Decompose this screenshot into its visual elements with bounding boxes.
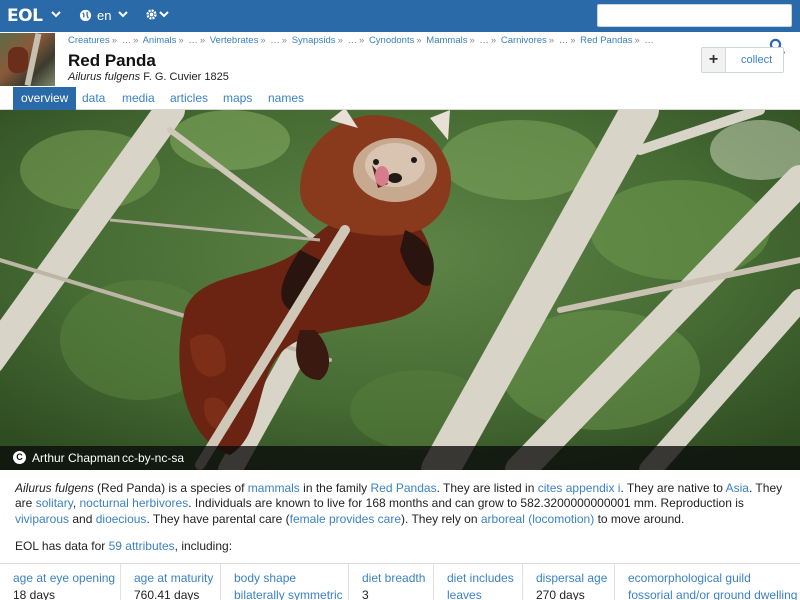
breadcrumb-ellipsis[interactable]: …: [559, 35, 569, 46]
image-attribution: C Arthur Chapman cc-by-nc-sa: [0, 446, 800, 470]
breadcrumb-ellipsis[interactable]: …: [348, 35, 358, 46]
breadcrumb-item-creatures[interactable]: Creatures: [68, 35, 110, 46]
attribute-name[interactable]: diet includes: [447, 571, 522, 585]
attribute-card[interactable]: body shape bilaterally symmetric: [221, 564, 349, 600]
attribute-card[interactable]: age at maturity 760.41 days: [121, 564, 221, 600]
attribute-value: 760.41 days: [134, 588, 200, 600]
link-asia[interactable]: Asia: [726, 481, 749, 495]
summary-text: . They are native to: [620, 481, 726, 495]
summary-text: (Red Panda) is a species of: [93, 481, 248, 495]
copyright-icon: C: [13, 451, 26, 464]
link-viviparous[interactable]: viviparous: [15, 512, 69, 526]
attribute-value: 270 days: [536, 588, 585, 600]
tab-names[interactable]: names: [268, 87, 304, 110]
attribute-card[interactable]: diet breadth 3: [349, 564, 434, 600]
summary-text: ). They rely on: [401, 511, 481, 526]
tab-overview[interactable]: overview: [13, 87, 77, 110]
attribute-value[interactable]: fossorial and/or ground dwelling: [628, 588, 800, 600]
summary-text: and: [69, 511, 96, 526]
scientific-name-authority: F. G. Cuvier 1825: [143, 71, 229, 83]
link-nocturnal-herbivores[interactable]: nocturnal herbivores: [79, 496, 188, 510]
breadcrumb-ellipsis[interactable]: …: [644, 35, 654, 46]
summary-text: . Individuals are known to live for 168 …: [188, 496, 744, 511]
attribute-name[interactable]: diet breadth: [362, 571, 433, 585]
taxon-thumbnail[interactable]: [0, 32, 55, 87]
page-title: Red Panda: [68, 51, 156, 70]
gear-icon[interactable]: [145, 8, 158, 24]
link-cites-appendix[interactable]: cites appendix i: [538, 481, 621, 495]
breadcrumb-item-red-pandas[interactable]: Red Pandas: [580, 35, 632, 46]
breadcrumb-ellipsis[interactable]: …: [479, 35, 489, 46]
image-author[interactable]: Arthur Chapman: [32, 451, 120, 465]
link-female-provides-care[interactable]: female provides care: [290, 512, 401, 526]
summary-text: . They have parental care (: [146, 511, 290, 526]
breadcrumb-ellipsis[interactable]: …: [188, 35, 198, 46]
tab-bar: overview data media articles maps names: [0, 87, 800, 110]
summary-text: in the family: [299, 481, 371, 495]
attributes-strip: age at eye opening 18 days age at maturi…: [0, 563, 800, 600]
breadcrumb-item-vertebrates[interactable]: Vertebrates: [210, 35, 259, 46]
breadcrumb-item-carnivores[interactable]: Carnivores: [501, 35, 547, 46]
summary-text: . They are listed in: [436, 481, 538, 495]
attribute-name[interactable]: body shape: [234, 571, 348, 585]
attribute-name[interactable]: age at maturity: [134, 571, 220, 585]
tab-data[interactable]: data: [82, 87, 105, 110]
breadcrumb-item-cynodonts[interactable]: Cynodonts: [369, 35, 414, 46]
breadcrumb-item-synapsids[interactable]: Synapsids: [292, 35, 336, 46]
data-count-prefix: EOL has data for: [15, 539, 109, 553]
attribute-name[interactable]: ecomorphological guild: [628, 571, 800, 585]
top-bar: EOL en: [0, 0, 800, 32]
scientific-name: Ailurus fulgens F. G. Cuvier 1825: [68, 71, 229, 83]
attribute-value: 18 days: [13, 588, 56, 600]
globe-icon[interactable]: [79, 9, 92, 25]
attribute-value: 3: [362, 588, 369, 600]
link-arboreal-locomotion[interactable]: arboreal (locomotion): [481, 512, 594, 526]
tab-articles[interactable]: articles: [170, 87, 208, 110]
data-count-suffix: , including:: [174, 539, 233, 553]
attribute-value[interactable]: bilaterally symmetric: [234, 588, 348, 600]
attribute-name[interactable]: age at eye opening: [13, 571, 120, 585]
eol-logo[interactable]: EOL: [7, 6, 43, 26]
summary-text: to move around.: [594, 511, 685, 526]
tab-media[interactable]: media: [122, 87, 155, 110]
tab-maps[interactable]: maps: [223, 87, 252, 110]
chevron-down-icon[interactable]: [158, 8, 170, 23]
attribute-value[interactable]: leaves: [447, 588, 522, 600]
attribute-card[interactable]: dispersal age 270 days: [523, 564, 615, 600]
link-solitary[interactable]: solitary: [36, 496, 73, 510]
thumbnail-panda-shape: [8, 47, 28, 73]
breadcrumb-item-animals[interactable]: Animals: [143, 35, 177, 46]
plus-icon: +: [702, 48, 726, 72]
chevron-down-icon[interactable]: [117, 8, 129, 23]
breadcrumb-item-mammals[interactable]: Mammals: [426, 35, 467, 46]
attribute-card[interactable]: diet includes leaves: [434, 564, 523, 600]
hero-image[interactable]: C Arthur Chapman cc-by-nc-sa: [0, 110, 800, 470]
red-panda-photo: [0, 110, 800, 470]
link-mammals[interactable]: mammals: [248, 481, 300, 495]
language-selector[interactable]: en: [97, 8, 111, 23]
attribute-name[interactable]: dispersal age: [536, 571, 614, 585]
link-attributes[interactable]: 59 attributes: [109, 539, 175, 553]
summary-scientific-name: Ailurus fulgens: [15, 481, 94, 495]
breadcrumb: Creatures» …» Animals» …» Vertebrates» ……: [68, 35, 654, 46]
search-input[interactable]: [597, 4, 792, 27]
link-dioecious[interactable]: dioecious: [96, 512, 147, 526]
collect-button[interactable]: + collect: [701, 47, 784, 73]
breadcrumb-ellipsis[interactable]: …: [270, 35, 280, 46]
image-license[interactable]: cc-by-nc-sa: [122, 451, 184, 465]
chevron-down-icon[interactable]: [50, 8, 62, 23]
scientific-name-binomial: Ailurus fulgens: [68, 71, 141, 83]
species-summary: Ailurus fulgens (Red Panda) is a species…: [15, 481, 790, 527]
collect-label: collect: [741, 54, 773, 66]
attribute-card[interactable]: ecomorphological guild fossorial and/or …: [615, 564, 800, 600]
data-count: EOL has data for 59 attributes, includin…: [15, 539, 232, 553]
attribute-card[interactable]: age at eye opening 18 days: [0, 564, 121, 600]
breadcrumb-ellipsis[interactable]: …: [122, 35, 132, 46]
link-red-pandas[interactable]: Red Pandas: [371, 481, 437, 495]
